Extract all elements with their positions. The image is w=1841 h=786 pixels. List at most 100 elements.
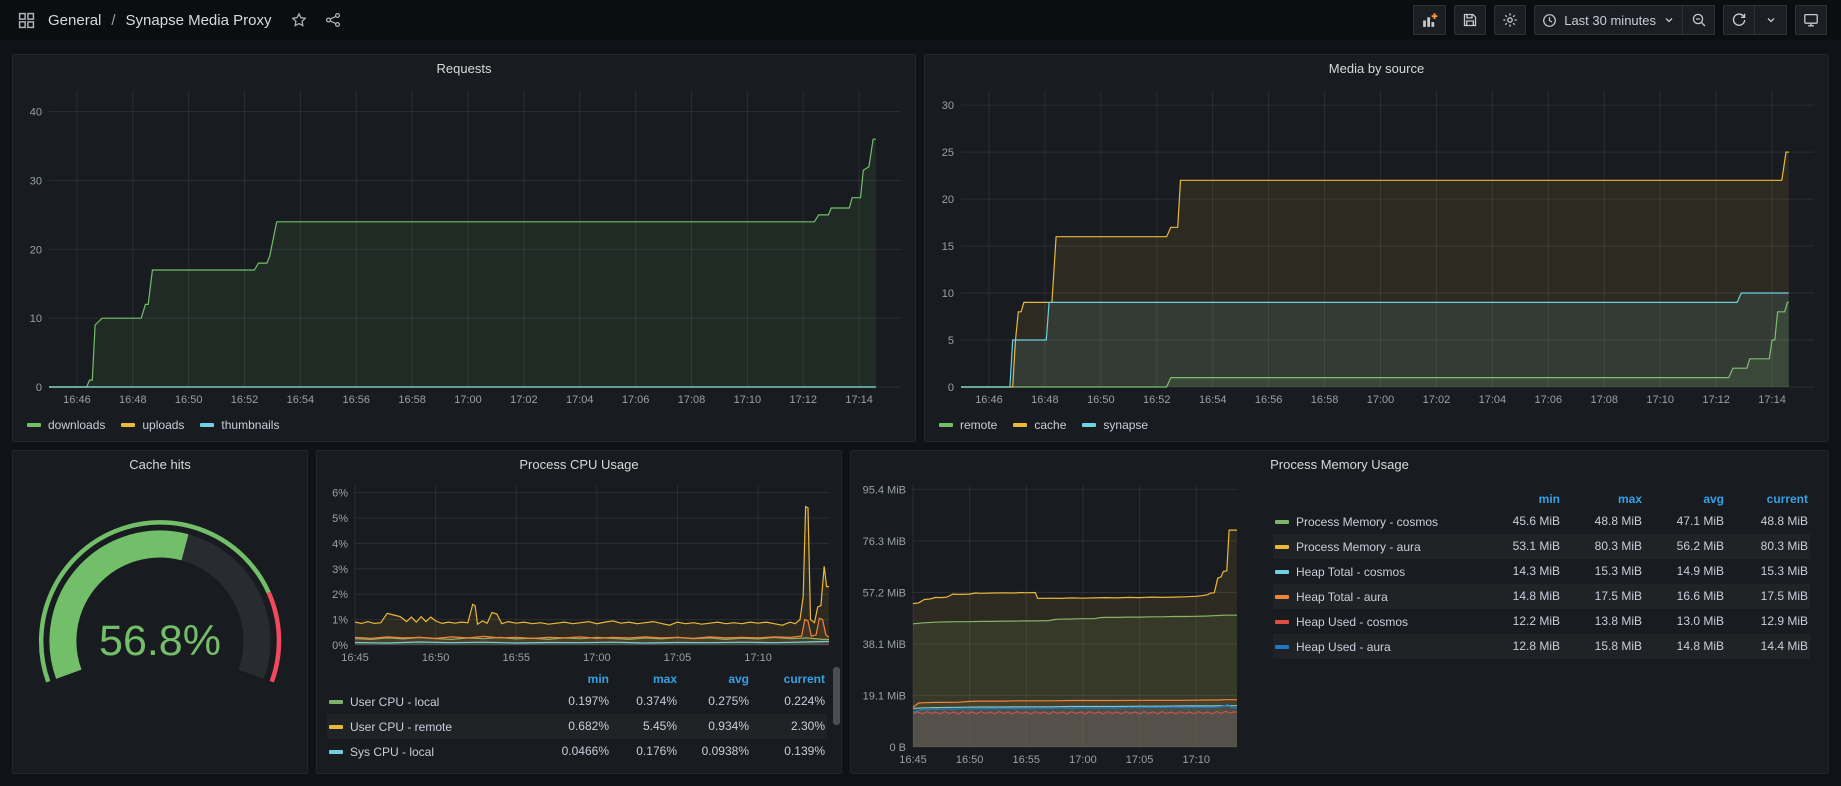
svg-text:17:00: 17:00 xyxy=(583,652,611,664)
svg-text:1%: 1% xyxy=(332,615,348,627)
refresh-button[interactable] xyxy=(1723,5,1755,35)
legend-color-chip xyxy=(329,725,343,729)
legend-sort-avg[interactable]: avg xyxy=(1644,489,1726,509)
legend-stat-value: 0.224% xyxy=(751,689,827,714)
legend-sort-avg[interactable]: avg xyxy=(679,669,751,689)
legend-series-label[interactable]: Process Memory - aura xyxy=(1273,534,1480,559)
svg-text:57.2 MiB: 57.2 MiB xyxy=(863,588,906,600)
legend-sort-current[interactable]: current xyxy=(751,669,827,689)
process-memory-chart[interactable]: 16:4516:5016:5517:0017:0517:100 B19.1 Mi… xyxy=(851,477,1243,769)
legend-series-label[interactable]: Heap Total - cosmos xyxy=(1273,559,1480,584)
panel-header: Requests xyxy=(13,55,915,81)
panel-title-process-memory-usage[interactable]: Process Memory Usage xyxy=(1270,457,1409,472)
svg-text:0: 0 xyxy=(948,382,954,394)
svg-text:16:52: 16:52 xyxy=(231,394,259,406)
svg-text:4%: 4% xyxy=(332,538,348,550)
legend-stat-value: 0.934% xyxy=(679,714,751,739)
share-icon[interactable] xyxy=(321,8,345,32)
breadcrumb-dashboard-title[interactable]: Synapse Media Proxy xyxy=(126,12,272,29)
process-cpu-chart[interactable]: 16:4516:5016:5517:0017:0517:100%1%2%3%4%… xyxy=(317,477,839,667)
legend-label: cache xyxy=(1034,418,1066,432)
svg-text:19.1 MiB: 19.1 MiB xyxy=(863,690,906,702)
svg-text:6%: 6% xyxy=(332,488,348,500)
svg-text:95.4 MiB: 95.4 MiB xyxy=(863,484,906,496)
legend-color-chip xyxy=(1275,570,1289,574)
clock-icon xyxy=(1542,13,1557,28)
legend-sort-max[interactable]: max xyxy=(1562,489,1644,509)
svg-text:17:10: 17:10 xyxy=(744,652,772,664)
legend-stat-value: 53.1 MiB xyxy=(1480,534,1562,559)
legend-stat-value: 12.9 MiB xyxy=(1726,609,1810,634)
panel-title-requests[interactable]: Requests xyxy=(437,61,492,76)
legend-stat-value: 45.6 MiB xyxy=(1480,509,1562,534)
legend-stat-value: 13.8 MiB xyxy=(1562,609,1644,634)
legend-item[interactable]: uploads xyxy=(121,418,184,432)
kiosk-mode-button[interactable] xyxy=(1795,5,1827,35)
legend-series-label[interactable]: Heap Used - cosmos xyxy=(1273,609,1480,634)
zoom-out-icon xyxy=(1691,12,1707,28)
legend-stat-value: 5.45% xyxy=(611,714,679,739)
add-panel-button[interactable] xyxy=(1413,5,1446,35)
breadcrumb-folder[interactable]: General xyxy=(48,12,101,29)
legend-series-label[interactable]: Heap Used - aura xyxy=(1273,634,1480,659)
svg-text:17:08: 17:08 xyxy=(678,394,706,406)
process-cpu-legend-table: minmaxavgcurrentUser CPU - local0.197%0.… xyxy=(317,667,841,771)
svg-text:0%: 0% xyxy=(332,640,348,652)
legend-stat-value: 15.3 MiB xyxy=(1562,559,1644,584)
refresh-interval-dropdown[interactable] xyxy=(1755,5,1787,35)
legend-stat-value: 0.139% xyxy=(751,739,827,764)
legend-series-label[interactable]: User CPU - local xyxy=(327,689,543,714)
dashboard-settings-button[interactable] xyxy=(1494,5,1526,35)
svg-text:17:12: 17:12 xyxy=(789,394,817,406)
legend-item[interactable]: thumbnails xyxy=(200,418,279,432)
legend-series-label[interactable]: User CPU - remote xyxy=(327,714,543,739)
legend-color-chip xyxy=(1013,423,1027,427)
svg-text:17:12: 17:12 xyxy=(1702,394,1730,406)
svg-text:40: 40 xyxy=(30,107,42,119)
svg-text:16:45: 16:45 xyxy=(341,652,369,664)
legend-series-label[interactable]: Process Memory - cosmos xyxy=(1273,509,1480,534)
legend-item[interactable]: remote xyxy=(939,418,997,432)
requests-chart[interactable]: 16:4616:4816:5016:5216:5416:5616:5817:00… xyxy=(13,81,913,409)
svg-text:17:00: 17:00 xyxy=(1367,394,1395,406)
svg-text:16:56: 16:56 xyxy=(343,394,371,406)
legend-scrollbar[interactable] xyxy=(833,667,840,725)
legend-item[interactable]: downloads xyxy=(27,418,105,432)
panel-title-cache-hits[interactable]: Cache hits xyxy=(129,457,190,472)
legend-stat-value: 48.8 MiB xyxy=(1562,509,1644,534)
save-dashboard-button[interactable] xyxy=(1454,5,1486,35)
breadcrumb: General / Synapse Media Proxy xyxy=(48,12,271,29)
legend-label: downloads xyxy=(48,418,105,432)
refresh-icon xyxy=(1731,12,1747,28)
legend-sort-min[interactable]: min xyxy=(543,669,611,689)
legend-label: thumbnails xyxy=(221,418,279,432)
svg-text:16:48: 16:48 xyxy=(1031,394,1059,406)
legend-sort-min[interactable]: min xyxy=(1480,489,1562,509)
legend-stat-value: 14.4 MiB xyxy=(1726,634,1810,659)
legend-stat-value: 0.682% xyxy=(543,714,611,739)
svg-text:16:52: 16:52 xyxy=(1143,394,1171,406)
svg-text:16:56: 16:56 xyxy=(1255,394,1283,406)
panel-title-media-by-source[interactable]: Media by source xyxy=(1329,61,1424,76)
time-range-picker[interactable]: Last 30 minutes xyxy=(1534,5,1683,35)
star-icon[interactable] xyxy=(287,8,311,32)
svg-text:5: 5 xyxy=(948,335,954,347)
legend-series-label[interactable]: Sys CPU - local xyxy=(327,739,543,764)
legend-label: Process Memory - aura xyxy=(1296,540,1421,554)
legend-item[interactable]: synapse xyxy=(1082,418,1148,432)
legend-color-chip xyxy=(1275,595,1289,599)
legend-stat-value: 17.5 MiB xyxy=(1726,584,1810,609)
panel-title-process-cpu-usage[interactable]: Process CPU Usage xyxy=(519,457,638,472)
svg-text:17:10: 17:10 xyxy=(1646,394,1674,406)
legend-stat-value: 48.8 MiB xyxy=(1726,509,1810,534)
apps-grid-icon[interactable] xyxy=(14,8,38,32)
media-by-source-chart[interactable]: 16:4616:4816:5016:5216:5416:5616:5817:00… xyxy=(925,81,1826,409)
legend-sort-max[interactable]: max xyxy=(611,669,679,689)
legend-label: Heap Used - cosmos xyxy=(1296,615,1408,629)
legend-stat-value: 47.1 MiB xyxy=(1644,509,1726,534)
zoom-out-time-button[interactable] xyxy=(1683,5,1715,35)
legend-sort-current[interactable]: current xyxy=(1726,489,1810,509)
legend-stat-value: 15.3 MiB xyxy=(1726,559,1810,584)
legend-item[interactable]: cache xyxy=(1013,418,1066,432)
legend-series-label[interactable]: Heap Total - aura xyxy=(1273,584,1480,609)
